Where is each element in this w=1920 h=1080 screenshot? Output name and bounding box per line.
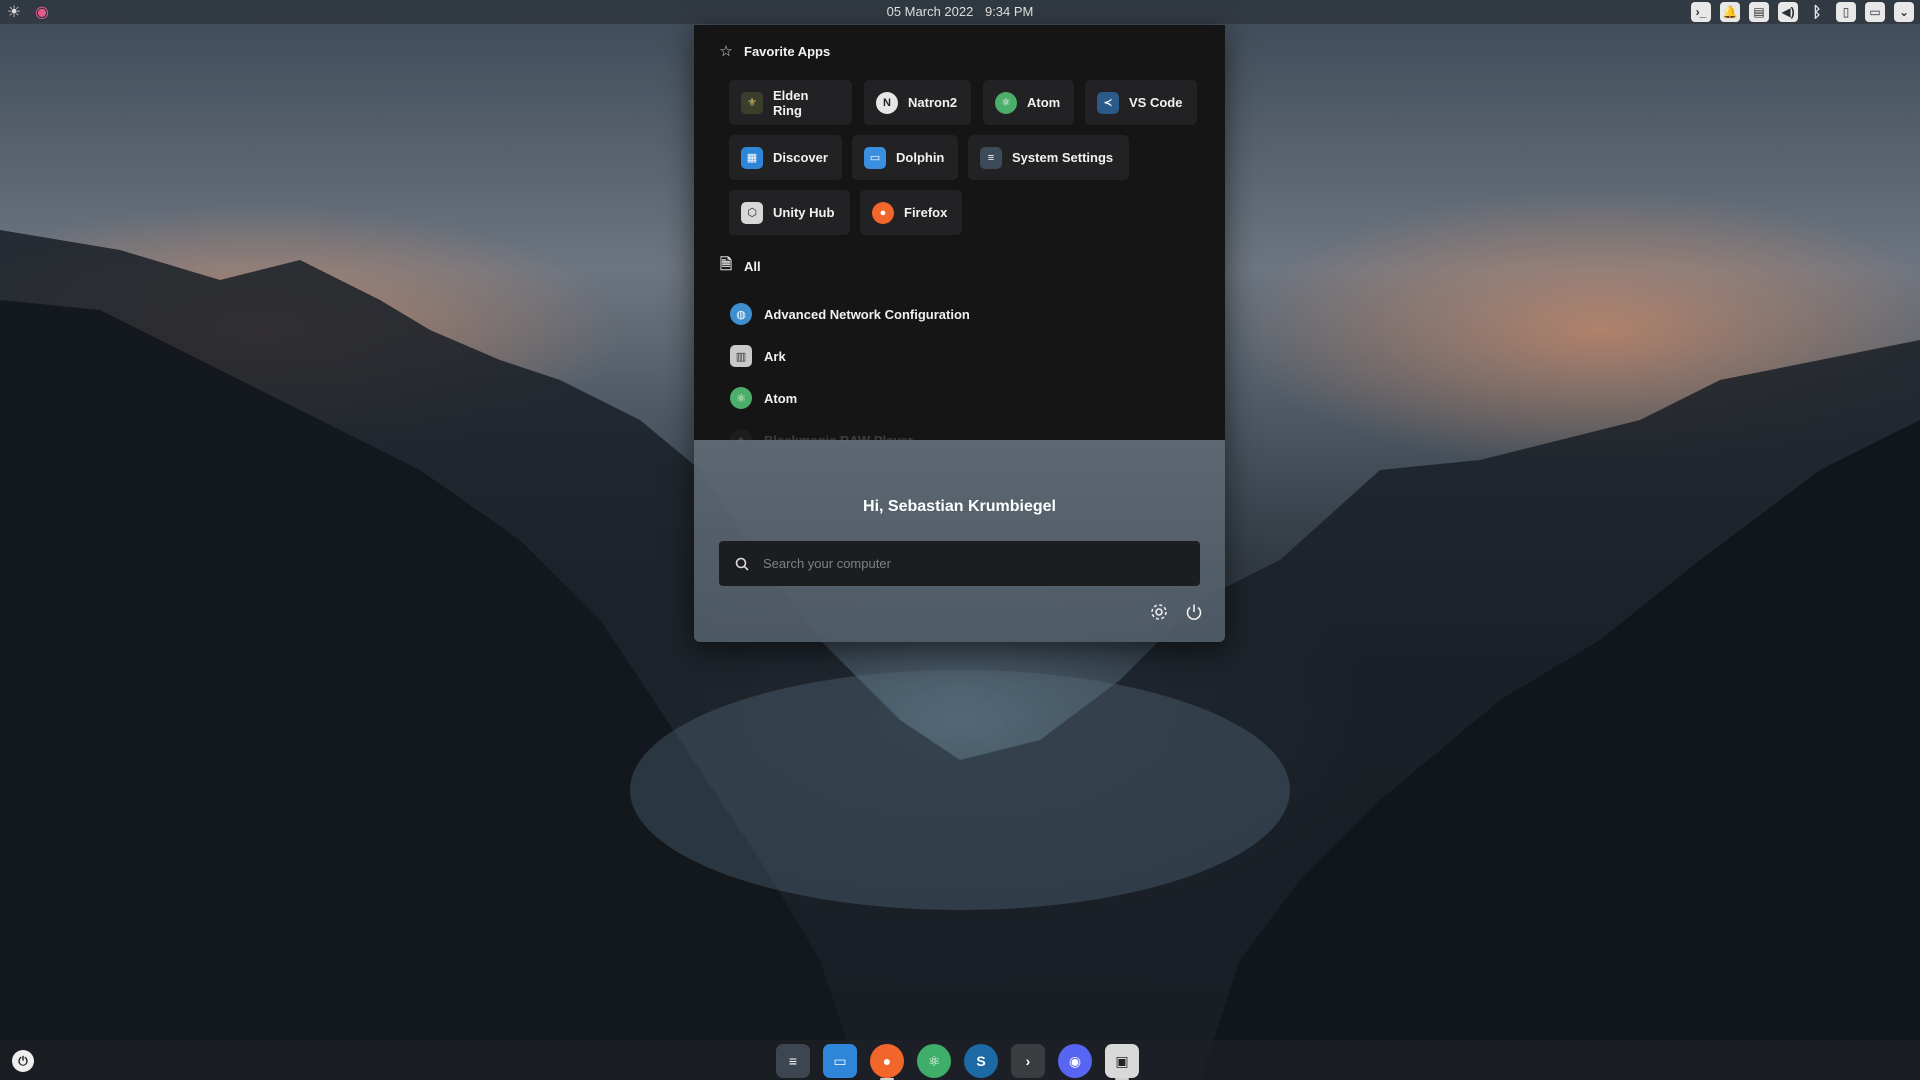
dock-atom-icon[interactable]: ⚛ bbox=[917, 1044, 951, 1078]
volume-icon[interactable]: ◀) bbox=[1778, 2, 1798, 22]
dock-game-icon[interactable]: ▣ bbox=[1105, 1044, 1139, 1080]
brightness-icon[interactable]: ☀ bbox=[4, 2, 24, 22]
favorite-natron2[interactable]: N Natron2 bbox=[864, 80, 971, 125]
dock-app-list: ≡ ▭ ● ⚛ S › ◉ ▣ bbox=[776, 1044, 1139, 1080]
favorite-discover[interactable]: ▦ Discover bbox=[729, 135, 842, 180]
battery-icon[interactable]: ▯ bbox=[1836, 2, 1856, 22]
document-icon: 🗎 bbox=[719, 255, 733, 273]
discover-icon: ▦ bbox=[741, 146, 763, 169]
dock-firefox-icon[interactable]: ● bbox=[870, 1044, 904, 1080]
clock[interactable]: 05 March 2022 9:34 PM bbox=[0, 4, 1920, 19]
search-icon bbox=[735, 557, 749, 571]
favorite-system-settings[interactable]: ≡ System Settings bbox=[968, 135, 1129, 180]
search-box[interactable] bbox=[719, 541, 1200, 586]
favorites-heading: ☆ Favorite Apps bbox=[719, 43, 831, 60]
system-tray: ›_ 🔔 ▤ ◀) ᛒ ▯ ▭ ⌄ bbox=[1691, 2, 1914, 22]
favorite-unity-hub[interactable]: ⬡ Unity Hub bbox=[729, 190, 850, 235]
app-list-item[interactable]: ▥ Ark bbox=[730, 345, 786, 367]
dock-dolphin-icon[interactable]: ▭ bbox=[823, 1044, 857, 1078]
all-apps-heading: 🗎 All bbox=[719, 255, 761, 274]
vscode-icon: ≺ bbox=[1097, 91, 1119, 114]
elden-ring-icon: ⚜ bbox=[741, 91, 763, 114]
unity-hub-icon: ⬡ bbox=[741, 201, 763, 224]
natron-icon: N bbox=[876, 91, 898, 114]
color-picker-icon[interactable]: ◉ bbox=[32, 2, 52, 22]
atom-icon: ⚛ bbox=[730, 387, 752, 409]
chevron-down-icon[interactable]: ⌄ bbox=[1894, 2, 1914, 22]
application-launcher: ☆ Favorite Apps ⚜ Elden Ring N Natron2 ⚛… bbox=[694, 25, 1225, 642]
display-icon[interactable]: ▭ bbox=[1865, 2, 1885, 22]
settings-button[interactable] bbox=[1147, 600, 1171, 624]
firefox-icon: ● bbox=[872, 201, 894, 224]
bluetooth-icon[interactable]: ᛒ bbox=[1807, 2, 1827, 22]
start-menu-icon[interactable]: ⏻ bbox=[12, 1050, 34, 1072]
favorite-dolphin[interactable]: ▭ Dolphin bbox=[852, 135, 958, 180]
power-button[interactable] bbox=[1182, 600, 1206, 624]
dock-panel: ⏻ ≡ ▭ ● ⚛ S › ◉ ▣ bbox=[0, 1040, 1920, 1080]
ark-icon: ▥ bbox=[730, 345, 752, 367]
power-icon bbox=[1186, 604, 1202, 620]
search-input[interactable] bbox=[761, 555, 1185, 572]
dolphin-icon: ▭ bbox=[864, 146, 886, 169]
favorite-firefox[interactable]: ● Firefox bbox=[860, 190, 962, 235]
favorite-atom[interactable]: ⚛ Atom bbox=[983, 80, 1074, 125]
user-greeting: Hi, Sebastian Krumbiegel bbox=[863, 498, 1056, 515]
dock-terminal-icon[interactable]: › bbox=[1011, 1044, 1045, 1078]
app-list-item[interactable]: ⚛ Atom bbox=[730, 387, 797, 409]
network-globe-icon: ◍ bbox=[730, 303, 752, 325]
top-panel: ☀ ◉ 05 March 2022 9:34 PM ›_ 🔔 ▤ ◀) ᛒ ▯ … bbox=[0, 0, 1920, 24]
time-label: 9:34 PM bbox=[984, 4, 1034, 19]
clipboard-icon[interactable]: ▤ bbox=[1749, 2, 1769, 22]
notification-bell-icon[interactable]: 🔔 bbox=[1720, 2, 1740, 22]
launcher-app-area: ☆ Favorite Apps ⚜ Elden Ring N Natron2 ⚛… bbox=[694, 25, 1225, 451]
favorite-elden-ring[interactable]: ⚜ Elden Ring bbox=[729, 80, 852, 125]
star-icon: ☆ bbox=[719, 43, 733, 60]
dock-steam-icon[interactable]: S bbox=[964, 1044, 998, 1078]
system-settings-icon: ≡ bbox=[980, 146, 1002, 169]
app-list-item[interactable]: ◍ Advanced Network Configuration bbox=[730, 303, 970, 325]
atom-icon: ⚛ bbox=[995, 91, 1017, 114]
dock-system-settings-icon[interactable]: ≡ bbox=[776, 1044, 810, 1078]
dock-discord-icon[interactable]: ◉ bbox=[1058, 1044, 1092, 1078]
date-label: 05 March 2022 bbox=[886, 4, 974, 19]
terminal-icon[interactable]: ›_ bbox=[1691, 2, 1711, 22]
gear-icon bbox=[1151, 604, 1167, 620]
favorite-vs-code[interactable]: ≺ VS Code bbox=[1085, 80, 1197, 125]
